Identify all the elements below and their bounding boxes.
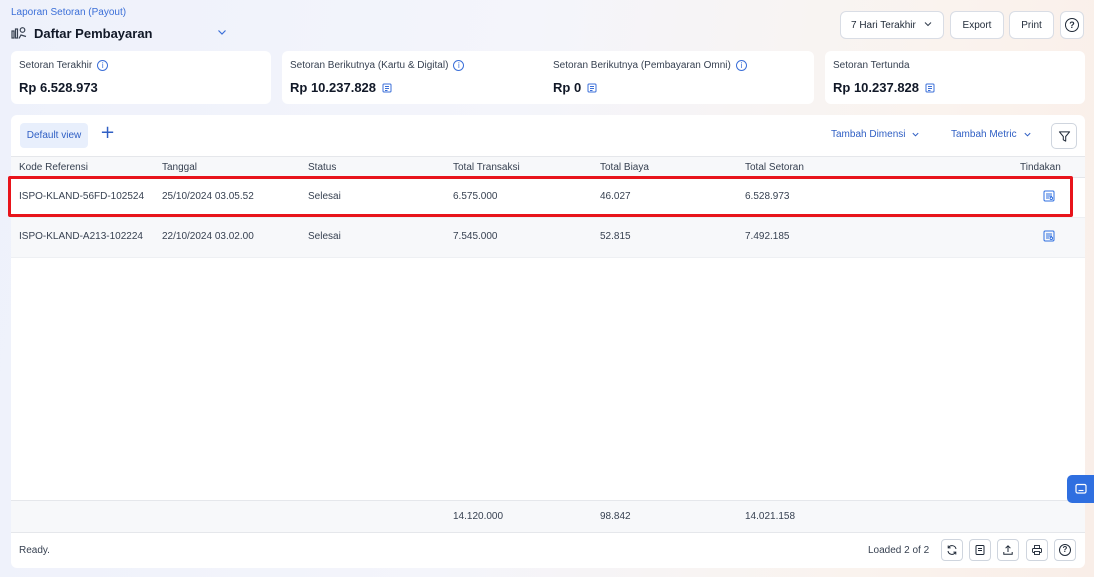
page-title: Daftar Pembayaran: [34, 25, 153, 41]
page-title-row: Daftar Pembayaran: [11, 24, 153, 42]
document-icon[interactable]: [587, 83, 597, 93]
loaded-count: Loaded 2 of 2: [868, 545, 930, 556]
page-header: Laporan Setoran (Payout) Daftar Pembayar…: [0, 0, 1094, 48]
print-button[interactable]: Print: [1009, 11, 1054, 39]
total-fees: 98.842: [600, 511, 631, 522]
filter-button[interactable]: [1051, 123, 1077, 149]
document-icon[interactable]: [925, 83, 935, 93]
chevron-down-icon[interactable]: [216, 26, 228, 38]
document-icon[interactable]: [382, 83, 392, 93]
table-totals-row: 14.120.000 98.842 14.021.158: [11, 500, 1085, 533]
add-metric-dropdown[interactable]: Tambah Metric: [951, 129, 1032, 140]
upload-button[interactable]: [997, 539, 1019, 561]
card-label: Setoran Terakhir: [19, 60, 93, 71]
selected-row-highlight: [8, 176, 1073, 217]
date-range-select[interactable]: 7 Hari Terakhir: [840, 11, 944, 39]
refresh-button[interactable]: [941, 539, 963, 561]
column-header[interactable]: Tanggal: [162, 162, 197, 173]
help-button[interactable]: ?: [1060, 11, 1084, 39]
cell-total-fees: 52.815: [600, 231, 631, 242]
printer-icon: [1032, 545, 1042, 555]
summary-card-pending-payout: Setoran Tertunda Rp 10.237.828: [825, 51, 1085, 104]
card-value: Rp 10.237.828: [833, 80, 920, 95]
upload-icon: [1003, 545, 1013, 555]
card-label: Setoran Tertunda: [833, 60, 910, 71]
column-header[interactable]: Total Setoran: [745, 162, 804, 173]
total-transactions: 14.120.000: [453, 511, 504, 522]
card-value: Rp 10.237.828: [290, 80, 377, 95]
table-row[interactable]: ISPO-KLAND-A213-102224 22/10/2024 03.02.…: [11, 218, 1085, 258]
view-details-icon[interactable]: [1043, 230, 1055, 245]
table-header: Kode Referensi Tanggal Status Total Tran…: [11, 156, 1085, 178]
notes-button[interactable]: [969, 539, 991, 561]
chevron-down-icon: [923, 19, 933, 32]
info-icon[interactable]: i: [453, 60, 465, 71]
info-icon[interactable]: i: [97, 60, 109, 71]
add-dimension-dropdown[interactable]: Tambah Dimensi: [831, 129, 920, 140]
feedback-side-button[interactable]: [1067, 475, 1094, 503]
print-icon-button[interactable]: [1026, 539, 1048, 561]
card-label: Setoran Berikutnya (Pembayaran Omni): [553, 60, 731, 71]
card-value: Rp 6.528.973: [19, 80, 98, 95]
summary-card-last-payout: Setoran Terakhir i Rp 6.528.973: [11, 51, 271, 104]
column-header[interactable]: Total Biaya: [600, 162, 649, 173]
status-text: Ready.: [19, 545, 50, 556]
column-header: Tindakan: [1020, 162, 1061, 173]
chevron-down-icon: [912, 132, 920, 137]
add-dimension-label: Tambah Dimensi: [831, 129, 906, 140]
column-header[interactable]: Status: [308, 162, 336, 173]
payout-icon: [11, 25, 27, 41]
cell-total-transactions: 7.545.000: [453, 231, 498, 242]
tab-default-view[interactable]: Default view: [20, 123, 88, 148]
export-button[interactable]: Export: [950, 11, 1004, 39]
cell-date: 22/10/2024 03.02.00: [162, 231, 254, 242]
chevron-down-icon: [1024, 132, 1031, 137]
add-metric-label: Tambah Metric: [951, 129, 1017, 140]
column-header[interactable]: Total Transaksi: [453, 162, 520, 173]
chat-icon: [1074, 483, 1087, 494]
help-footer-button[interactable]: ?: [1054, 539, 1076, 561]
column-header[interactable]: Kode Referensi: [19, 162, 88, 173]
card-value: Rp 0: [553, 80, 582, 95]
help-icon: ?: [1059, 544, 1071, 556]
breadcrumb[interactable]: Laporan Setoran (Payout): [11, 7, 126, 18]
total-payout: 14.021.158: [745, 511, 796, 522]
date-range-label: 7 Hari Terakhir: [851, 19, 916, 31]
summary-card-next-payout: Setoran Berikutnya (Kartu & Digital) i Rp…: [282, 51, 814, 104]
add-view-button[interactable]: +: [100, 124, 115, 142]
cell-reference-code: ISPO-KLAND-A213-102224: [19, 231, 143, 242]
help-icon: ?: [1065, 18, 1079, 32]
refresh-icon: [947, 545, 957, 555]
info-icon[interactable]: i: [735, 60, 747, 71]
cell-status: Selesai: [308, 231, 341, 242]
notes-icon: [975, 545, 985, 555]
cell-total-payout: 7.492.185: [745, 231, 790, 242]
filter-icon: [1058, 130, 1070, 142]
card-label: Setoran Berikutnya (Kartu & Digital): [290, 60, 449, 71]
